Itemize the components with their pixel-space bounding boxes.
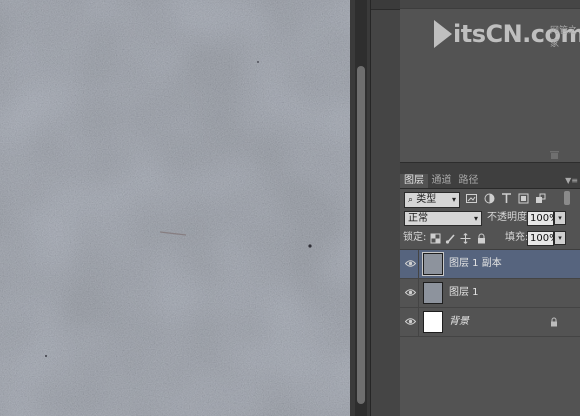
fill-field[interactable]: 100% [527, 231, 559, 246]
fill-label: 填充: [505, 232, 529, 243]
type-filter-icon[interactable] [500, 192, 513, 205]
layer-thumbnail[interactable] [423, 282, 443, 304]
layers-panel-tabs: 图层 通道 路径 ▼≡ [400, 174, 580, 189]
lock-icon [551, 317, 557, 327]
blend-opacity-row: 正常 ▾ 不透明度: 100% ▾ [400, 209, 580, 229]
eye-icon[interactable] [405, 288, 416, 297]
eye-icon[interactable] [405, 259, 416, 268]
document-canvas[interactable] [0, 0, 350, 416]
opacity-dropdown-button[interactable]: ▾ [554, 211, 566, 225]
lock-position-icon[interactable] [460, 233, 471, 244]
scrollbar-thumb[interactable] [357, 66, 365, 404]
adjustment-filter-icon[interactable] [483, 192, 496, 205]
layer-name[interactable]: 背景 [449, 315, 469, 329]
layer-name[interactable]: 图层 1 [449, 286, 479, 300]
chevron-down-icon: ▾ [451, 195, 456, 204]
filter-search-icon: ⌕ [408, 195, 414, 205]
opacity-field[interactable]: 100% [527, 211, 559, 226]
panel-dock-collapsed-column [370, 0, 401, 416]
layers-panel: 图层 通道 路径 ▼≡ ⌕ 类型 ▾ 正常 ▾ 不透明度: 100% ▾ 锁定:… [400, 174, 580, 416]
tab-layers[interactable]: 图层 [400, 174, 428, 188]
lock-label: 锁定: [403, 232, 427, 243]
layer-filter-row: ⌕ 类型 ▾ [400, 189, 580, 209]
tab-paths[interactable]: 路径 [455, 174, 482, 188]
blend-mode-select[interactable]: 正常 ▾ [404, 211, 482, 226]
layer-row-layer-1-copy[interactable]: 图层 1 副本 [400, 250, 580, 279]
dock-grip[interactable] [371, 0, 401, 10]
layer-thumbnail[interactable] [422, 252, 444, 276]
filter-toggle-switch[interactable] [564, 191, 570, 205]
shape-filter-icon[interactable] [517, 192, 530, 205]
upper-panel-header [400, 0, 580, 9]
concrete-texture-image [0, 0, 350, 416]
layer-name[interactable]: 图层 1 副本 [449, 257, 502, 271]
chevron-down-icon: ▾ [473, 214, 478, 223]
visibility-divider [418, 279, 419, 307]
opacity-label: 不透明度: [487, 212, 531, 223]
watermark: itsCN.com 网管之家 [434, 14, 580, 54]
layer-filter-kind-select[interactable]: ⌕ 类型 ▾ [404, 192, 460, 208]
smart-object-filter-icon[interactable] [534, 192, 547, 205]
trash-icon[interactable] [549, 150, 560, 159]
layer-thumbnail[interactable] [423, 311, 443, 333]
filter-kind-label: 类型 [416, 194, 437, 205]
blend-mode-value: 正常 [408, 213, 428, 224]
eye-icon[interactable] [405, 317, 416, 326]
lock-fill-row: 锁定: 填充: 100% ▾ [400, 229, 580, 249]
visibility-divider [418, 308, 419, 336]
lock-transparent-pixels-icon[interactable] [430, 233, 441, 244]
image-filter-icon[interactable] [465, 192, 478, 205]
watermark-triangle-icon [434, 20, 452, 48]
layer-row-layer-1[interactable]: 图层 1 [400, 279, 580, 308]
fill-dropdown-button[interactable]: ▾ [554, 231, 566, 245]
lock-all-icon[interactable] [476, 233, 487, 244]
visibility-divider [418, 250, 419, 278]
watermark-site-text: 网管之家 [550, 26, 578, 49]
lock-image-pixels-icon[interactable] [445, 233, 456, 244]
layer-row-background[interactable]: 背景 [400, 308, 580, 337]
tab-channels[interactable]: 通道 [428, 174, 455, 188]
panel-menu-icon[interactable]: ▼≡ [565, 176, 578, 185]
